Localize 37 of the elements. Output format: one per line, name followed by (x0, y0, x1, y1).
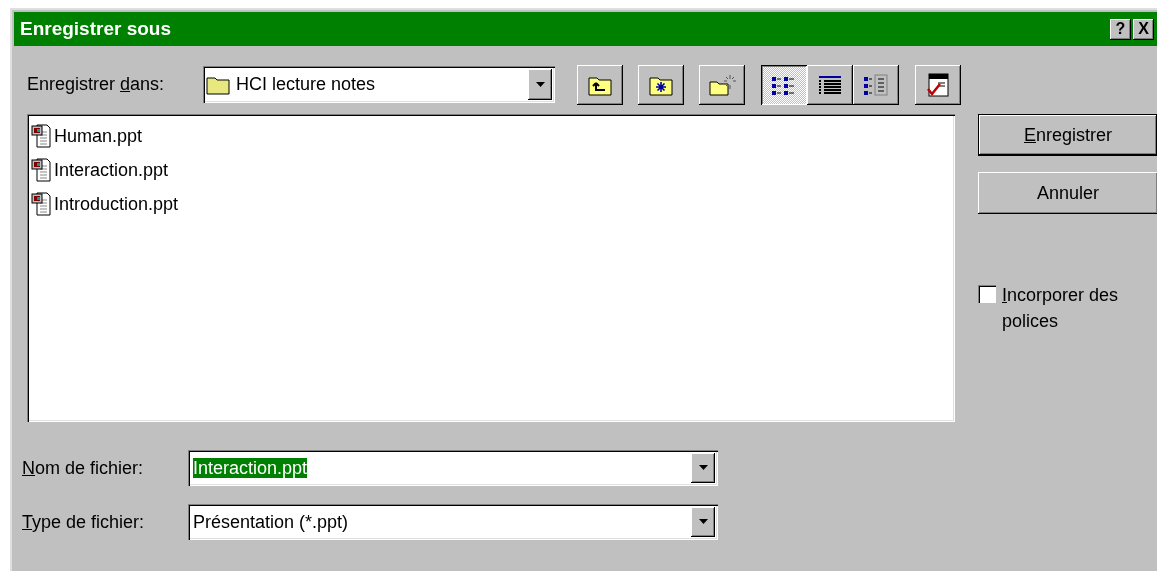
toolbar-button[interactable] (761, 64, 807, 105)
details-view-icon (817, 73, 843, 96)
file-type-label: Type de fichier: (22, 511, 146, 533)
folder-icon (206, 74, 230, 95)
file-item[interactable]: Human.ppt (54, 125, 143, 147)
new-folder-icon (708, 72, 736, 97)
save-in-dropdown[interactable]: HCI lecture notes (203, 66, 555, 103)
caret-icon (698, 519, 708, 525)
dropdown-button[interactable] (691, 453, 715, 483)
dropdown-button[interactable] (528, 69, 552, 100)
properties-view-icon (863, 73, 889, 96)
cancel-button[interactable]: Annuler (978, 172, 1157, 214)
toolbar-button[interactable] (853, 64, 899, 105)
toolbar-button[interactable] (638, 64, 684, 105)
toolbar-button[interactable] (915, 64, 961, 105)
toolbar-button[interactable] (699, 64, 745, 105)
toolbar-button[interactable] (577, 64, 623, 105)
window-title: Enregistrer sous (20, 18, 172, 40)
save-in-label: Enregistrer dans: (27, 74, 166, 95)
save-button[interactable]: Enregistrer (978, 114, 1157, 156)
close-button[interactable]: X (1133, 18, 1154, 40)
file-item[interactable]: Introduction.ppt (54, 193, 179, 215)
presentation-file-icon (31, 124, 53, 148)
dropdown-button[interactable] (691, 507, 715, 537)
checkbox-label: Incorporer des polices (1002, 284, 1120, 333)
help-button[interactable]: ? (1110, 18, 1131, 40)
caret-icon (698, 465, 708, 471)
file-item[interactable]: Interaction.ppt (54, 159, 169, 181)
file-type-dropdown[interactable]: Présentation (*.ppt) (188, 504, 718, 540)
caret-icon (535, 81, 545, 88)
file-name-field[interactable]: Interaction.ppt (188, 450, 718, 486)
file-name-label: Nom de fichier: (22, 457, 145, 479)
document-checkmark-icon (925, 71, 951, 98)
toolbar-button[interactable] (807, 64, 853, 105)
presentation-file-icon (31, 192, 53, 216)
checkbox[interactable] (978, 285, 996, 303)
presentation-file-icon (31, 158, 53, 182)
